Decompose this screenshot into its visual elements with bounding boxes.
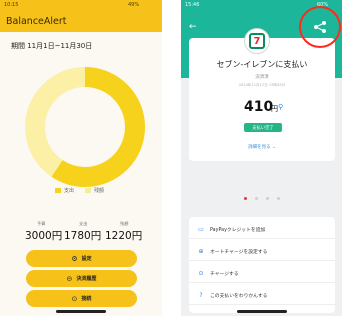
carousel-dot xyxy=(265,197,269,200)
action-list: ▭ PayPayクレジットを追加 ⊕ オートチャージを設定する ⊙ チャージする… xyxy=(189,217,335,313)
payment-history-button-label: 決済履歴 xyxy=(76,276,97,282)
list-item-label: この支払いをわりかんする xyxy=(210,294,268,299)
connect-button[interactable]: ⊙ 接続 xyxy=(26,290,137,307)
carousel-dot xyxy=(254,197,258,200)
list-item-label: オートチャージを設定する xyxy=(210,250,268,255)
budget-value: 3000円 xyxy=(25,230,63,242)
legend-swatch-remaining xyxy=(85,188,91,193)
legend-swatch-spent xyxy=(55,188,61,193)
list-item-charge[interactable]: ⊙ チャージする xyxy=(189,265,335,283)
status-badge: 支払い完了 xyxy=(244,123,282,132)
legend-label-spent: 支出 xyxy=(64,188,75,194)
merchant-logo-mark: 7 xyxy=(249,33,265,49)
payment-history-button[interactable]: ⊝ 決済履歴 xyxy=(26,270,137,287)
gesture-bar[interactable] xyxy=(56,310,106,313)
remaining-caption: 残額 xyxy=(120,221,129,226)
payment-datetime: 2024年11月12日 15時45分 xyxy=(238,83,286,87)
card-icon: ▭ xyxy=(198,226,204,233)
paypay-payment-screen: 15:46 60% ← 7 セブン-イレブンに支払い 決済済 2024年11月1… xyxy=(181,0,342,316)
status-time: 10:15 xyxy=(4,2,19,8)
list-item-auto-charge[interactable]: ⊕ オートチャージを設定する xyxy=(189,243,335,261)
period-label: 期間 11月1日~11月30日 xyxy=(11,42,93,50)
carousel-dot xyxy=(243,197,247,200)
settings-button[interactable]: ⚙ 設定 xyxy=(26,250,137,267)
charge-icon: ⊙ xyxy=(198,270,204,277)
currency-label: 円 xyxy=(271,105,278,113)
view-details-link[interactable]: 詳細を見る ⌄ xyxy=(189,144,335,150)
share-icon[interactable] xyxy=(313,20,327,34)
balance-alert-screen: 10:15 49% BalanceAlert 期間 11月1日~11月30日 支… xyxy=(0,0,162,316)
help-icon: ? xyxy=(199,292,203,299)
spent-caption: 支出 xyxy=(79,221,88,226)
app-bar: BalanceAlert xyxy=(0,12,162,32)
carousel-dot xyxy=(276,197,280,200)
history-icon: ⊝ xyxy=(66,274,73,283)
list-item-label: チャージする xyxy=(210,272,239,277)
list-item-label: PayPayクレジットを追加 xyxy=(210,228,266,233)
gesture-bar[interactable] xyxy=(237,310,287,313)
list-item-add-credit[interactable]: ▭ PayPayクレジットを追加 xyxy=(189,221,335,239)
legend-item-remaining: 残額 xyxy=(85,187,104,194)
legend-label-remaining: 残額 xyxy=(94,188,105,194)
payment-subtitle: 決済済 xyxy=(255,75,269,80)
magnifier-icon[interactable]: ⚲ xyxy=(278,103,283,111)
settings-button-label: 設定 xyxy=(81,256,92,262)
budget-caption: 予算 xyxy=(37,221,46,226)
payment-amount: 410 xyxy=(244,99,274,115)
payment-title: セブン-イレブンに支払い xyxy=(216,60,308,69)
carousel-indicator xyxy=(181,185,342,204)
chevron-down-icon: ⌄ xyxy=(272,145,276,150)
clock-icon: ⊙ xyxy=(71,294,78,303)
list-item-split-bill[interactable]: ? この支払いをわりかんする xyxy=(189,287,335,305)
seven-eleven-logo: 7 xyxy=(244,28,270,54)
view-details-label: 詳細を見る xyxy=(248,145,271,150)
app-title: BalanceAlert xyxy=(6,16,67,27)
auto-charge-icon: ⊕ xyxy=(198,248,204,255)
status-time: 15:46 xyxy=(185,2,200,8)
legend-item-spent: 支出 xyxy=(55,187,74,194)
status-battery: 49% xyxy=(128,2,140,8)
spent-value: 1780円 xyxy=(64,230,102,242)
back-arrow-icon[interactable]: ← xyxy=(189,22,197,32)
connect-button-label: 接続 xyxy=(81,296,92,302)
remaining-value: 1220円 xyxy=(105,230,143,242)
status-bar: 10:15 49% xyxy=(0,0,162,12)
gear-icon: ⚙ xyxy=(71,254,78,263)
expense-donut-chart xyxy=(25,67,145,187)
